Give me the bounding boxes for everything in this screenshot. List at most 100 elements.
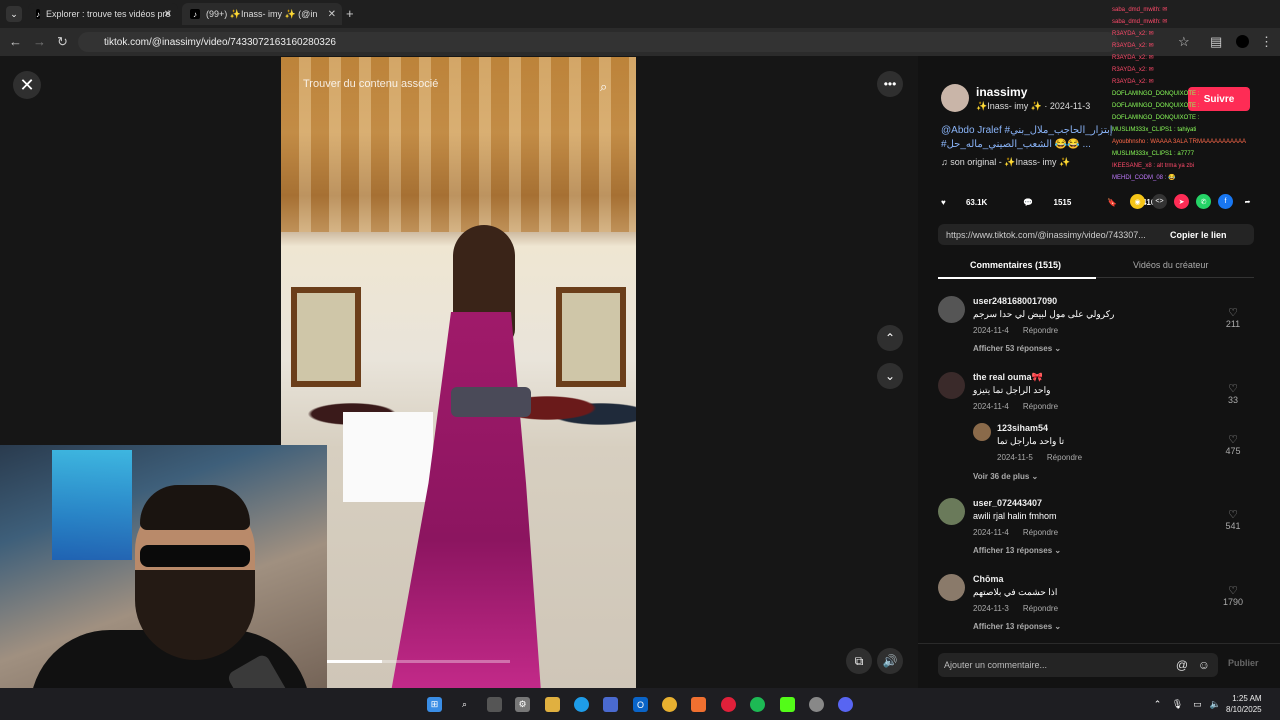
- discord-icon[interactable]: [838, 697, 853, 712]
- avatar[interactable]: [938, 296, 965, 323]
- kick-icon[interactable]: [780, 697, 795, 712]
- video-player[interactable]: [281, 57, 636, 688]
- heart-icon: ♥: [941, 197, 948, 207]
- comment-username[interactable]: user_072443407: [973, 498, 1042, 508]
- comment-like-button[interactable]: ♡ 1790: [1218, 584, 1248, 607]
- whatsapp-icon[interactable]: ✆: [1196, 194, 1211, 209]
- chat-message: MUSLIM333x_CLIPS1 : a7777: [1112, 151, 1195, 157]
- search-icon[interactable]: ⌕: [600, 79, 607, 95]
- music-info[interactable]: ♫ son original - ✨Inass- imy ✨: [941, 157, 1070, 168]
- emoji-icon[interactable]: ☺: [1198, 658, 1210, 672]
- creator-username[interactable]: inassimy: [976, 85, 1027, 99]
- chrome-icon[interactable]: [662, 697, 677, 712]
- comment-username[interactable]: user2481680017090: [973, 296, 1057, 306]
- network-icon[interactable]: ▭: [1190, 697, 1205, 712]
- chat-message: saba_dmd_mwith: ✉: [1112, 7, 1168, 13]
- comment-username[interactable]: 123siham54: [997, 423, 1048, 433]
- panel-tabs: Commentaires (1515) Vidéos du créateur: [937, 255, 1254, 279]
- avatar[interactable]: [973, 423, 991, 441]
- new-tab-button[interactable]: +: [346, 6, 354, 21]
- creator-avatar[interactable]: [941, 84, 969, 112]
- comment-input[interactable]: Ajouter un commentaire... @ ☺: [938, 653, 1218, 677]
- store-icon[interactable]: [603, 697, 618, 712]
- close-video-button[interactable]: ✕: [13, 71, 41, 99]
- send-icon[interactable]: ➤: [1174, 194, 1189, 209]
- reload-icon[interactable]: ↻: [57, 34, 68, 50]
- share-icons: ◉ <> ➤ ✆ f ➦: [1130, 194, 1262, 209]
- comment-like-button[interactable]: ♡ 211: [1218, 306, 1248, 329]
- forward-icon[interactable]: →: [33, 34, 46, 49]
- reply-button[interactable]: Répondre: [1047, 453, 1082, 462]
- volume-button[interactable]: 🔊: [877, 648, 903, 674]
- show-replies-button[interactable]: Afficher 53 réponses ⌄: [973, 344, 1061, 353]
- file-explorer-icon[interactable]: [545, 697, 560, 712]
- reply-button[interactable]: Répondre: [1023, 528, 1058, 537]
- vlc-icon[interactable]: [691, 697, 706, 712]
- show-replies-button[interactable]: Afficher 13 réponses ⌄: [973, 622, 1061, 631]
- edge-icon[interactable]: [574, 697, 589, 712]
- tab-search-button[interactable]: ⌄: [6, 6, 22, 22]
- reply-button[interactable]: Répondre: [1023, 604, 1058, 613]
- system-clock[interactable]: 1:25 AM 8/10/2025: [1226, 693, 1262, 715]
- comment-like-button[interactable]: ♡ 475: [1218, 433, 1248, 456]
- search-icon[interactable]: ⌕: [457, 697, 472, 712]
- comment-meta: 2024-11-4 Répondre: [973, 528, 1059, 537]
- show-replies-button[interactable]: Afficher 13 réponses ⌄: [973, 546, 1061, 555]
- settings-gear-icon[interactable]: ⚙: [515, 697, 530, 712]
- chat-message: R3AYDA_x2: ✉: [1112, 67, 1154, 73]
- video-progress-bar[interactable]: [327, 660, 510, 663]
- see-more-replies-button[interactable]: Voir 36 de plus ⌄: [973, 472, 1038, 481]
- comment-username[interactable]: Chōma: [973, 574, 1004, 584]
- task-view-icon[interactable]: [487, 697, 502, 712]
- copy-link-button[interactable]: Copier le lien: [1170, 230, 1227, 240]
- comment-like-button[interactable]: ♡ 541: [1218, 508, 1248, 531]
- mention-icon[interactable]: @: [1176, 658, 1188, 672]
- back-icon[interactable]: ←: [9, 34, 22, 49]
- close-tab-icon[interactable]: ✕: [164, 9, 172, 20]
- facebook-icon[interactable]: f: [1218, 194, 1233, 209]
- comment-like-button[interactable]: ♡ 33: [1218, 382, 1248, 405]
- reply-button[interactable]: Répondre: [1023, 326, 1058, 335]
- outlook-icon[interactable]: O: [633, 697, 648, 712]
- comment-meta: 2024-11-3 Répondre: [973, 604, 1059, 613]
- coin-icon[interactable]: ◉: [1130, 194, 1145, 209]
- tab-comments[interactable]: Commentaires (1515): [937, 260, 1097, 279]
- floating-player-button[interactable]: ⧉: [846, 648, 872, 674]
- more-options-button[interactable]: •••: [877, 71, 903, 97]
- related-search-input[interactable]: Trouver du contenu associé: [303, 78, 623, 96]
- chat-message: IKEESANE_x8 : alt trma ya zbi: [1112, 163, 1195, 169]
- volume-icon[interactable]: 🔈: [1208, 697, 1223, 712]
- chat-message: MEHDI_CODM_08 : 😂: [1112, 175, 1176, 181]
- video-progress-fill: [327, 660, 382, 663]
- opera-icon[interactable]: [721, 697, 736, 712]
- close-tab-icon[interactable]: ✕: [328, 9, 336, 20]
- comment-username[interactable]: the real ouma🎀: [973, 372, 1043, 383]
- music-note-icon: ♫: [941, 157, 951, 167]
- streamer-hair: [140, 485, 250, 530]
- publish-button[interactable]: Publier: [1228, 658, 1259, 668]
- url-field[interactable]: tiktok.com/@inassimy/video/7433072163160…: [78, 32, 1118, 52]
- heart-outline-icon: ♡: [1228, 307, 1238, 319]
- next-video-button[interactable]: ⌄: [877, 363, 903, 389]
- bookmark-icon: 🔖: [1107, 197, 1120, 207]
- avatar[interactable]: [938, 372, 965, 399]
- previous-video-button[interactable]: ⌃: [877, 325, 903, 351]
- address-bar-row: ← → ↻ tiktok.com/@inassimy/video/7433072…: [0, 28, 1280, 56]
- avatar[interactable]: [938, 498, 965, 525]
- embed-icon[interactable]: <>: [1152, 194, 1167, 209]
- share-arrow-icon[interactable]: ➦: [1240, 194, 1255, 209]
- comment-button[interactable]: 💬 1515: [1023, 198, 1089, 207]
- add-comment-bar: Ajouter un commentaire... @ ☺ Publier: [918, 643, 1280, 688]
- steam-icon[interactable]: [809, 697, 824, 712]
- like-button[interactable]: ♥ 63.1K: [941, 198, 1005, 207]
- browser-tab-explorer[interactable]: ♪ Explorer : trouve tes vidéos pré ✕: [28, 3, 178, 25]
- windows-start-icon[interactable]: ⊞: [427, 697, 442, 712]
- reply-button[interactable]: Répondre: [1023, 402, 1058, 411]
- streamer-sunglasses: [140, 545, 250, 567]
- microphone-icon[interactable]: 🎙: [1170, 697, 1185, 712]
- browser-tab-tiktok[interactable]: ♪ (99+) ✨Inass- imy ✨ (@in ✕: [182, 3, 342, 25]
- tab-creator-videos[interactable]: Vidéos du créateur: [1133, 260, 1208, 270]
- chevron-up-icon[interactable]: ⌃: [1150, 697, 1165, 712]
- spotify-icon[interactable]: [750, 697, 765, 712]
- avatar[interactable]: [938, 574, 965, 601]
